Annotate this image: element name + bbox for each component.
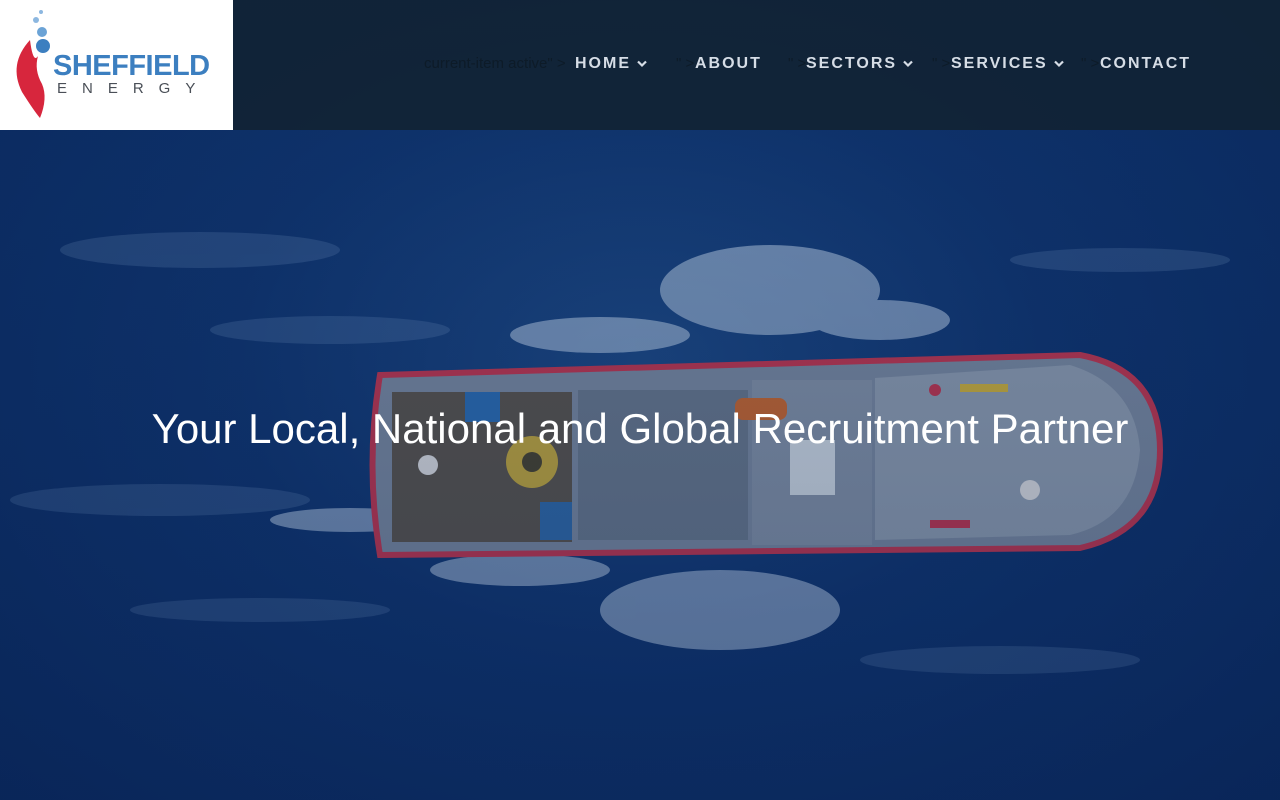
nav-label: ABOUT [695, 55, 762, 72]
nav-label: SERVICES [951, 55, 1048, 72]
logo[interactable]: SHEFFIELD ENERGY [0, 0, 233, 130]
nav-markup-artifact: " > [1081, 55, 1100, 72]
nav-markup-artifact: " > [788, 55, 807, 72]
nav-label: SECTORS [806, 55, 898, 72]
nav-markup-artifact: current-item active" > [424, 55, 566, 72]
nav-item-contact[interactable]: CONTACT [1100, 54, 1191, 74]
site-header: SHEFFIELD ENERGY current-item active" > … [0, 0, 1280, 130]
chevron-down-icon [1053, 60, 1064, 68]
logo-wordmark: SHEFFIELD [53, 50, 210, 82]
nav-item-services[interactable]: SERVICES [951, 54, 1064, 74]
nav-item-home[interactable]: HOME [575, 54, 647, 74]
nav-label: HOME [575, 55, 631, 72]
logo-subtitle: ENERGY [57, 80, 211, 97]
chevron-down-icon [903, 60, 913, 68]
nav-label: CONTACT [1100, 55, 1192, 72]
nav-markup-artifact: " > [932, 55, 951, 72]
nav-markup-artifact: " > [676, 55, 695, 72]
chevron-down-icon [637, 60, 647, 68]
nav-item-about[interactable]: ABOUT [695, 54, 762, 74]
nav-item-sectors[interactable]: SECTORS [806, 54, 913, 74]
hero-title: Your Local, National and Global Recruitm… [151, 405, 1129, 452]
